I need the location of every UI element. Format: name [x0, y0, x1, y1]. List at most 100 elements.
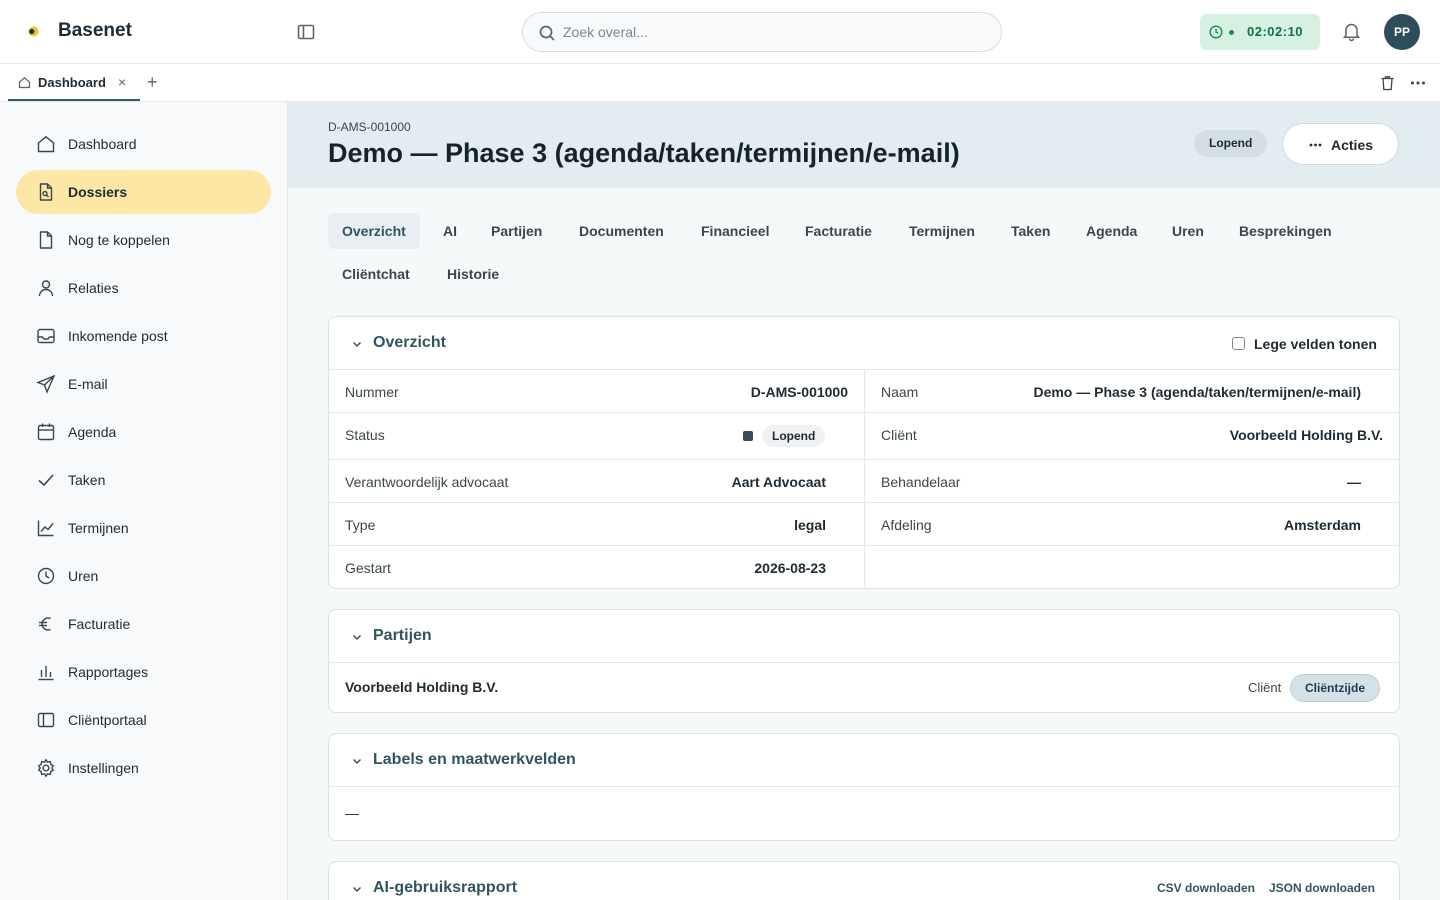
sidebar-item-inkomende-post[interactable]: Inkomende post	[16, 314, 271, 358]
field-row: Nummer D-AMS-001000 Naam Demo — Phase 3 …	[329, 370, 1399, 413]
field-label-afdeling: Afdeling	[881, 517, 932, 533]
sidebar-item-relaties[interactable]: Relaties	[16, 266, 271, 310]
labels-empty-value: —	[345, 805, 359, 821]
sidebar-item-label: Cliëntportaal	[68, 712, 147, 728]
clock-icon	[1209, 25, 1223, 39]
party-name[interactable]: Voorbeeld Holding B.V.	[345, 679, 498, 695]
brand-name: Basenet	[58, 20, 132, 41]
field-value-type: legal	[794, 517, 826, 533]
sidebar-item-label: Inkomende post	[68, 328, 168, 344]
calendar-icon	[37, 423, 55, 441]
sidebar-item-label: E-mail	[68, 376, 108, 392]
bell-icon[interactable]	[1341, 21, 1362, 42]
status-value-pill[interactable]: Lopend	[762, 425, 826, 447]
sidebar: Dashboard Dossiers Nog te koppelen Relat…	[0, 102, 288, 900]
open-tabs-bar: Dashboard × +	[0, 64, 1440, 102]
inbox-icon	[37, 328, 55, 344]
json-download-link[interactable]: JSON downloaden	[1269, 881, 1375, 895]
show-empty-fields-label[interactable]: Lege velden tonen	[1254, 336, 1377, 352]
sidebar-item-rapportages[interactable]: Rapportages	[16, 650, 271, 694]
overview-card-header[interactable]: Overzicht Lege velden tonen	[329, 317, 1399, 370]
top-bar: Basenet 02:02:10 PP	[0, 0, 1440, 64]
tab-overzicht[interactable]: Overzicht	[328, 213, 420, 249]
field-row: Status Lopend Cliënt Voorbeeld Holding B…	[329, 413, 1399, 460]
check-icon	[38, 474, 54, 487]
tab-besprekingen[interactable]: Besprekingen	[1225, 213, 1346, 249]
ai-report-card: AI-gebruiksrapport CSV downloaden JSON d…	[328, 861, 1400, 900]
sidebar-item-termijnen[interactable]: Termijnen	[16, 506, 271, 550]
field-label-behandelaar: Behandelaar	[881, 474, 961, 490]
bar-chart-icon	[38, 666, 54, 681]
sidebar-item-e-mail[interactable]: E-mail	[16, 362, 271, 406]
tab-agenda[interactable]: Agenda	[1072, 213, 1151, 249]
send-icon	[36, 374, 56, 394]
sidebar-item-taken[interactable]: Taken	[16, 458, 271, 502]
sidebar-item-facturatie[interactable]: Facturatie	[16, 602, 271, 646]
chevron-down-icon[interactable]	[351, 755, 363, 767]
sidebar-item-dashboard[interactable]: Dashboard	[16, 122, 271, 166]
chevron-down-icon[interactable]	[351, 883, 363, 895]
sidebar-item-clientportaal[interactable]: Cliëntportaal	[16, 698, 271, 742]
open-tab-label: Dashboard	[38, 75, 106, 90]
euro-icon	[39, 617, 51, 631]
tab-termijnen[interactable]: Termijnen	[895, 213, 989, 249]
sidebar-item-label: Facturatie	[68, 616, 131, 632]
sidebar-item-agenda[interactable]: Agenda	[16, 410, 271, 454]
more-icon[interactable]	[1410, 80, 1426, 86]
sidebar-item-dossiers[interactable]: Dossiers	[16, 170, 271, 214]
labels-card-header[interactable]: Labels en maatwerkvelden	[329, 734, 1399, 787]
sidebar-item-nog-te-koppelen[interactable]: Nog te koppelen	[16, 218, 271, 262]
tab-partijen[interactable]: Partijen	[477, 213, 556, 249]
show-empty-fields-checkbox[interactable]	[1232, 337, 1245, 350]
open-tab-dashboard[interactable]: Dashboard ×	[8, 64, 140, 101]
chevron-down-icon[interactable]	[351, 631, 363, 643]
dossier-code: D-AMS-001000	[328, 120, 411, 134]
sidebar-item-label: Instellingen	[68, 760, 139, 776]
file-icon	[39, 231, 53, 249]
tab-clientchat[interactable]: Cliëntchat	[328, 256, 424, 292]
parties-card-header[interactable]: Partijen	[329, 610, 1399, 663]
field-label-status: Status	[345, 427, 385, 443]
tab-taken[interactable]: Taken	[997, 213, 1064, 249]
field-value-nummer: D-AMS-001000	[750, 384, 848, 400]
csv-download-link[interactable]: CSV downloaden	[1157, 881, 1255, 895]
time-tracker[interactable]: 02:02:10	[1200, 14, 1320, 50]
field-row: Type legal Afdeling Amsterdam	[329, 503, 1399, 546]
field-row: Gestart 2026-08-23	[329, 546, 1399, 588]
more-icon	[1309, 143, 1322, 147]
trash-icon[interactable]	[1380, 75, 1395, 91]
search-icon	[539, 25, 555, 41]
add-tab-button[interactable]: +	[147, 72, 158, 93]
tab-facturatie[interactable]: Facturatie	[791, 213, 886, 249]
tab-uren[interactable]: Uren	[1158, 213, 1218, 249]
ai-report-card-header[interactable]: AI-gebruiksrapport CSV downloaden JSON d…	[329, 862, 1399, 900]
tab-documenten[interactable]: Documenten	[565, 213, 678, 249]
tab-historie[interactable]: Historie	[433, 256, 513, 292]
sidebar-item-label: Nog te koppelen	[68, 232, 170, 248]
search-input[interactable]	[563, 21, 983, 43]
parties-card: Partijen Voorbeeld Holding B.V. Cliënt C…	[328, 609, 1400, 713]
gear-icon	[37, 758, 55, 778]
sidebar-item-uren[interactable]: Uren	[16, 554, 271, 598]
actions-button[interactable]: Acties	[1282, 123, 1399, 165]
actions-label: Acties	[1331, 137, 1374, 153]
chevron-down-icon[interactable]	[351, 338, 363, 350]
clock-icon	[37, 567, 55, 585]
sidebar-item-instellingen[interactable]: Instellingen	[16, 746, 271, 790]
close-icon[interactable]: ×	[118, 74, 126, 90]
party-role: Cliënt	[1248, 680, 1282, 695]
sidebar-item-label: Taken	[68, 472, 106, 488]
overview-card-title: Overzicht	[373, 334, 446, 351]
overview-card: Overzicht Lege velden tonen Nummer D-AMS…	[328, 316, 1400, 589]
tab-financieel[interactable]: Financieel	[687, 213, 783, 249]
sidebar-item-label: Relaties	[68, 280, 119, 296]
field-value-gestart: 2026-08-23	[754, 560, 826, 576]
global-search[interactable]	[522, 12, 1002, 52]
field-label-naam: Naam	[881, 384, 919, 400]
logo-icon	[28, 26, 39, 37]
user-avatar[interactable]: PP	[1384, 14, 1420, 50]
field-value-client[interactable]: Voorbeeld Holding B.V.	[1230, 427, 1383, 443]
sidebar-toggle-icon[interactable]	[296, 22, 316, 42]
tab-ai[interactable]: AI	[429, 213, 471, 249]
field-label-gestart: Gestart	[345, 560, 391, 576]
